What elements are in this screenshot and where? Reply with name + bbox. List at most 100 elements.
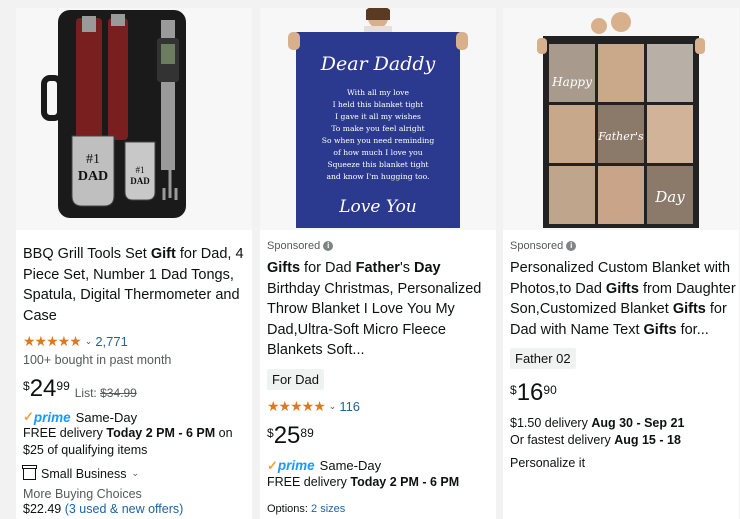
offers-link[interactable]: (3 used & new offers) [65,502,184,516]
product-image-photo-blanket[interactable]: Happy Father's Day [503,8,739,230]
blanket-line: of how much I love you [333,148,422,157]
rating-count-link[interactable]: 116 [339,399,360,414]
star-rating-icon: ★★★★★ [23,332,82,349]
price-fraction: 99 [56,379,70,393]
variant-tag[interactable]: For Dad [267,368,324,390]
chevron-down-icon[interactable]: ⌄ [329,401,337,412]
sponsored-label[interactable]: Sponsored i [267,238,495,254]
price-symbol: $ [510,383,517,397]
price[interactable]: $ 24 99 List: $34.99 [23,377,251,403]
prime-badge: ✓ prime Same-Day [23,409,251,425]
prime-logo: prime [277,458,315,473]
rating-count-link[interactable]: 2,771 [95,334,128,349]
delivery-fee-info: $1.50 delivery Aug 30 - Sep 21 [510,415,738,432]
options-link[interactable]: 2 sizes [311,503,345,515]
price-fraction: 89 [300,425,314,440]
options[interactable]: Options: 2 sizes [267,503,495,515]
bbq-badge-4: DAD [130,176,150,186]
delivery-prefix: FREE delivery [23,426,107,440]
sponsored-label[interactable]: Sponsored i [510,238,738,254]
price[interactable]: $ 25 89 [267,421,495,450]
price-fraction: 90 [543,383,557,397]
delivery-time: Today 2 PM - 6 PM [106,426,216,440]
prime-check-icon: ✓ [267,457,278,473]
product-title[interactable]: BBQ Grill Tools Set Gift for Dad, 4 Piec… [23,244,251,326]
title-part: Gifts [267,260,301,276]
price[interactable]: $ 16 90 [510,381,738,407]
product-card-photo-blanket[interactable]: Happy Father's Day Sponsored i Personali… [503,8,739,519]
used-new-offers[interactable]: $22.49 (3 used & new offers) [23,501,251,518]
delivery-info: FREE delivery Today 2 PM - 6 PM [267,474,495,491]
price-symbol: $ [23,379,30,393]
title-part: Father [355,260,400,276]
options-label: Options: [267,502,308,515]
chevron-down-icon[interactable]: ⌄ [131,468,139,479]
fastest-dates: Aug 15 - 18 [614,433,681,447]
bought-in-past-month: 100+ bought in past month [23,353,172,367]
title-part: Gifts [672,301,706,317]
blanket-line: With all my love [347,88,409,97]
sponsored-text: Sponsored [510,240,564,252]
title-part: BBQ Grill Tools Set [23,246,151,262]
prime-speed: Same-Day [319,458,382,473]
rating[interactable]: ★★★★★ ⌄ 2,771 [23,332,251,350]
list-price-label: List: [74,386,97,400]
blanket-line: and know I'm hugging too. [327,172,430,181]
price-whole: 16 [516,379,544,406]
delivery-time: Today 2 PM - 6 PM [350,474,460,489]
personalize-link[interactable]: Personalize it [510,455,738,472]
delivery-info: FREE delivery Today 2 PM - 6 PM on $25 o… [23,425,251,459]
product-title[interactable]: Personalized Custom Blanket with Photos,… [510,258,738,340]
title-part: for Dad [300,260,356,276]
delivery-prefix: FREE delivery [267,474,351,489]
prime-logo: prime [33,409,71,425]
more-buying-choices: More Buying Choices [23,487,142,501]
price-symbol: $ [267,425,274,440]
list-price-value: $34.99 [100,386,137,400]
product-image-bbq[interactable]: #1 DAD #1 DAD [16,8,252,230]
store-icon [22,464,37,480]
price-whole: 24 [29,375,57,402]
prime-speed: Same-Day [75,409,138,425]
delivery-dates: Aug 30 - Sep 21 [591,416,685,430]
title-part: 's [399,260,415,276]
blanket-line: To make you feel alright [331,124,424,133]
blanket-line: I gave it all my wishes [335,112,421,121]
prime-badge: ✓ prime Same-Day [267,458,495,474]
variant-tag[interactable]: Father 02 [510,348,576,369]
fastest-delivery-info: Or fastest delivery Aug 15 - 18 [510,432,738,449]
prime-check-icon: ✓ [23,409,34,424]
title-part: Gifts [605,280,639,297]
fastest-prefix: Or fastest delivery [510,433,615,447]
sponsored-text: Sponsored [267,240,321,252]
title-part: Day [414,260,441,276]
bbq-badge-2: DAD [78,169,108,184]
title-part: Gift [150,246,176,262]
blanket-line: So when you need reminding [322,136,435,145]
rating[interactable]: ★★★★★ ⌄ 116 [267,398,495,416]
list-price: List: $34.99 [75,386,137,400]
info-icon[interactable]: i [323,241,334,251]
chevron-down-icon[interactable]: ⌄ [85,336,93,347]
blanket-closing: Love You [338,197,417,217]
product-card-bbq[interactable]: #1 DAD #1 DAD BBQ Grill Tools Set Gift f… [16,8,252,519]
photo-blanket-fathers: Father's [597,130,644,143]
title-part: Birthday Christmas, Personalized Throw B… [267,280,482,359]
bbq-badge-1: #1 [86,152,100,167]
price-whole: 25 [273,421,301,449]
product-image-blanket[interactable]: Dear Daddy With all my love I held this … [260,8,496,230]
product-card-dear-daddy-blanket[interactable]: Dear Daddy With all my love I held this … [260,8,496,519]
blanket-line: Squeeze this blanket tight [327,160,428,169]
bbq-badge-3: #1 [136,165,145,175]
photo-blanket-day: Day [654,188,685,206]
small-business-label: Small Business [41,466,127,481]
small-business-badge[interactable]: Small Business ⌄ [22,464,251,482]
product-title[interactable]: Gifts for Dad Father's Day Birthday Chri… [267,258,495,361]
title-part: for... [676,321,709,338]
title-part: Gifts [643,321,677,338]
blanket-line: I held this blanket tight [333,100,424,109]
star-rating-icon: ★★★★★ [267,398,326,414]
photo-blanket-happy: Happy [551,75,592,89]
blanket-heading: Dear Daddy [320,53,436,75]
info-icon[interactable]: i [566,241,577,251]
